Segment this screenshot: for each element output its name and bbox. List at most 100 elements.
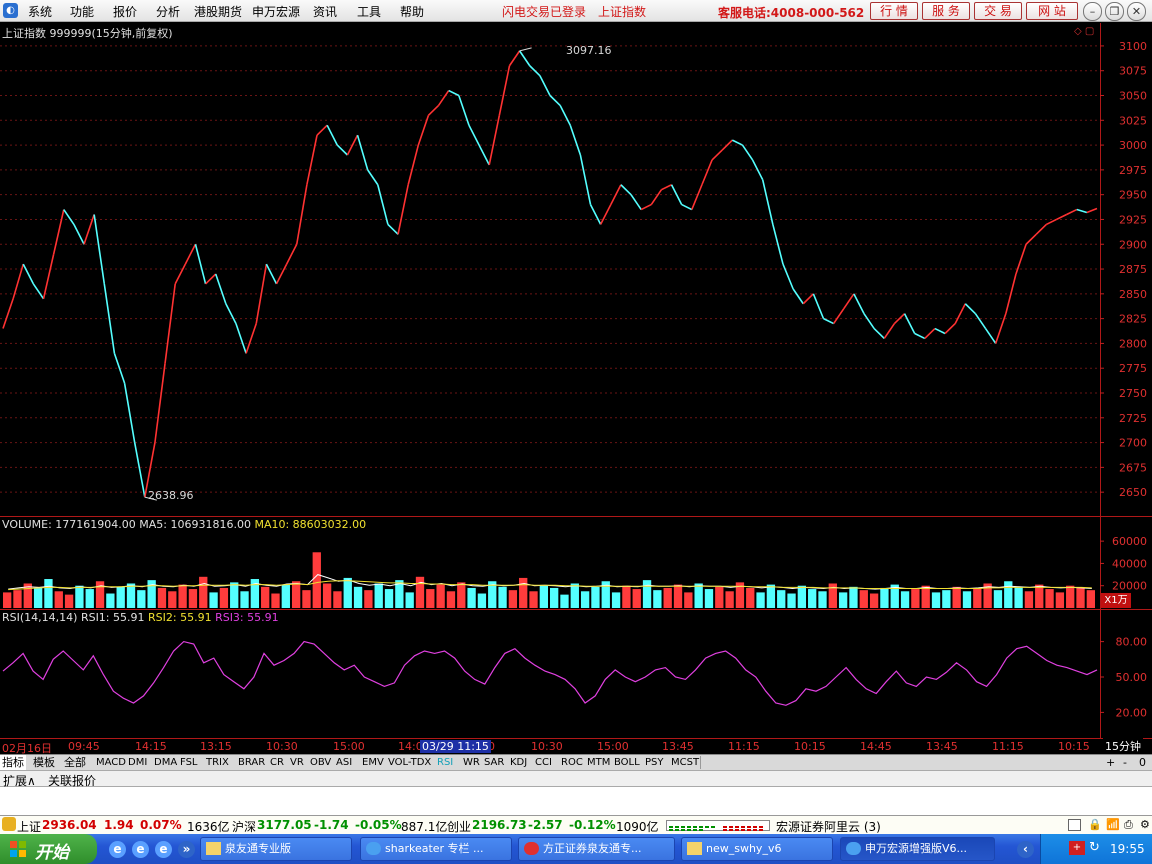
trade-button[interactable]: 交 易: [974, 2, 1022, 20]
flag-tray-icon[interactable]: +: [1069, 841, 1085, 855]
sh-pct: 0.07%: [140, 818, 182, 832]
breadth-bar: [735, 829, 739, 831]
volume-unit-badge: X1万: [1101, 593, 1131, 608]
time-label: 15:00: [597, 740, 629, 753]
close-icon[interactable]: ✕: [1127, 2, 1146, 21]
tab-emv[interactable]: EMV: [360, 755, 386, 770]
start-button[interactable]: 开始: [0, 834, 97, 864]
tab-rsi[interactable]: RSI: [435, 755, 455, 770]
breadth-bar: [759, 829, 763, 831]
restore-icon[interactable]: ❐: [1105, 2, 1124, 21]
taskbar-item-quanyoutong[interactable]: 泉友通专业版: [200, 837, 352, 861]
window-layout-icon[interactable]: [1068, 819, 1081, 831]
tab-macd[interactable]: MACD: [94, 755, 128, 770]
tab-cci[interactable]: CCI: [533, 755, 554, 770]
tab-roc[interactable]: ROC: [559, 755, 585, 770]
minimize-icon[interactable]: –: [1083, 2, 1102, 21]
server-name[interactable]: 宏源证券阿里云 (3): [776, 818, 881, 835]
cy-pct: -0.12%: [569, 818, 616, 832]
menu-news[interactable]: 资讯: [313, 3, 337, 20]
quotes-button[interactable]: 行 情: [870, 2, 918, 20]
time-label: 13:15: [200, 740, 232, 753]
breadth-bar: [693, 826, 697, 828]
printer-icon[interactable]: ⎙: [1124, 818, 1133, 832]
tab-remove-button[interactable]: -: [1121, 755, 1129, 770]
taskbar-item-founder[interactable]: 方正证券泉友通专...: [518, 837, 675, 861]
service-button[interactable]: 服 务: [922, 2, 970, 20]
cy-value[interactable]: 2196.73: [472, 818, 527, 832]
time-label: 14:15: [135, 740, 167, 753]
lock-icon[interactable]: 🔒: [1088, 818, 1102, 831]
tab-sar[interactable]: SAR: [482, 755, 506, 770]
taskbar-item-shenwan[interactable]: 申万宏源增强版V6...: [840, 837, 995, 861]
menu-system[interactable]: 系统: [28, 3, 52, 20]
stock-terminal-window: ◐ 系统 功能 报价 分析 港股期货 申万宏源 资讯 工具 帮助 闪电交易已登录…: [0, 0, 1152, 864]
breadth-bar: [747, 826, 751, 828]
tab-reset-button[interactable]: 0: [1137, 755, 1148, 770]
tab-mtm[interactable]: MTM: [585, 755, 612, 770]
taskbar-item-browser[interactable]: sharkeater 专栏 ...: [360, 837, 512, 861]
breadth-bar: [753, 829, 757, 831]
tab-dma[interactable]: DMA: [152, 755, 179, 770]
menu-hk-futures[interactable]: 港股期货: [194, 3, 242, 20]
hs-change: -1.74: [314, 818, 349, 832]
tab-wr[interactable]: WR: [461, 755, 482, 770]
tray-expand-icon[interactable]: ‹: [1017, 841, 1034, 858]
tab-vol-tdx[interactable]: VOL-TDX: [386, 755, 433, 770]
sh-value[interactable]: 2936.04: [42, 818, 97, 832]
tab-brar[interactable]: BRAR: [236, 755, 267, 770]
time-label: 10:15: [794, 740, 826, 753]
menu-shenwan[interactable]: 申万宏源: [252, 3, 300, 20]
menu-tools[interactable]: 工具: [357, 3, 381, 20]
sh-label: 上证: [17, 820, 42, 834]
tab-psy[interactable]: PSY: [643, 755, 666, 770]
website-button[interactable]: 网 站: [1026, 2, 1078, 20]
folder-icon: [206, 842, 221, 855]
breadth-bar: [729, 829, 733, 831]
tab-indicators[interactable]: 指标: [0, 755, 26, 770]
tab-add-button[interactable]: +: [1104, 755, 1117, 770]
show-desktop-icon[interactable]: »: [178, 841, 195, 858]
breadth-bar: [747, 829, 751, 831]
tab-vr[interactable]: VR: [288, 755, 306, 770]
ie-icon[interactable]: e: [109, 841, 126, 858]
signal-icon[interactable]: 📶: [1106, 818, 1120, 831]
market-status-bar: 上证 2936.04 1.94 0.07% 1636亿 沪深 3177.05 -…: [0, 815, 1152, 834]
hs-value[interactable]: 3177.05: [257, 818, 312, 832]
volume-ma10: MA10: 88603032.00: [254, 518, 367, 531]
ie-icon[interactable]: e: [132, 841, 149, 858]
tab-all[interactable]: 全部: [62, 755, 88, 770]
chart-area[interactable]: [0, 23, 1152, 740]
cy-amount: 1090亿: [616, 820, 659, 834]
menu-function[interactable]: 功能: [70, 3, 94, 20]
menu-analysis[interactable]: 分析: [156, 3, 180, 20]
tab-mcst[interactable]: MCST: [669, 755, 701, 770]
tab-templates[interactable]: 模板: [31, 755, 57, 770]
browser-icon[interactable]: e: [155, 841, 172, 858]
time-label: 10:30: [266, 740, 298, 753]
menu-quotes[interactable]: 报价: [113, 3, 137, 20]
breadth-bar: [723, 826, 727, 828]
panel-options-icon[interactable]: ◇ ▢: [1074, 26, 1094, 37]
settings-icon[interactable]: ⚙: [1140, 818, 1150, 831]
taskbar-item-folder[interactable]: new_swhy_v6: [681, 837, 833, 861]
tab-kdj[interactable]: KDJ: [508, 755, 529, 770]
network-tray-icon[interactable]: ↻: [1089, 840, 1100, 855]
tab-fsl[interactable]: FSL: [178, 755, 200, 770]
time-label: 10:30: [531, 740, 563, 753]
tab-cr[interactable]: CR: [268, 755, 286, 770]
tab-dmi[interactable]: DMI: [126, 755, 149, 770]
tab-obv[interactable]: OBV: [308, 755, 333, 770]
rsi-params: RSI(14,14,14): [2, 611, 78, 624]
period-selector[interactable]: 15分钟: [1103, 738, 1143, 754]
tab-boll[interactable]: BOLL: [612, 755, 642, 770]
task-label: new_swhy_v6: [706, 842, 782, 855]
breadth-bar: [705, 826, 709, 828]
menu-help[interactable]: 帮助: [400, 3, 424, 20]
high-marker-label: 3097.16: [566, 44, 612, 57]
task-label: sharkeater 专栏 ...: [385, 842, 484, 855]
time-label: 13:45: [926, 740, 958, 753]
tab-trix[interactable]: TRIX: [204, 755, 231, 770]
breadth-bar: [741, 826, 745, 828]
tab-asi[interactable]: ASI: [334, 755, 354, 770]
